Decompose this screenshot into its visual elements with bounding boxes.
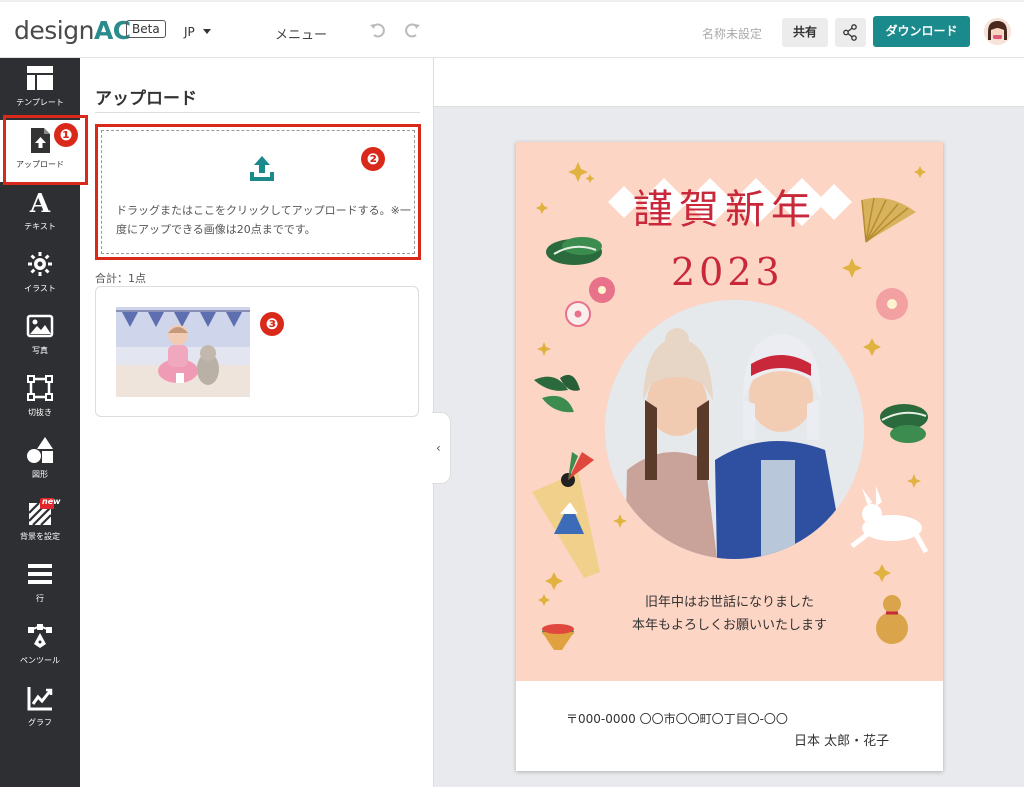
app-window: designAC Beta JP メニュー 名称未設定 共有 ダウンロード テン… <box>0 0 1024 787</box>
logo-text: design <box>14 16 94 45</box>
sidebar-item-label: 背景を設定 <box>20 532 60 541</box>
panel-title: アップロード <box>95 89 197 109</box>
collapse-panel-button[interactable]: ‹ <box>432 412 451 484</box>
upload-icon <box>248 155 276 183</box>
share-nodes-icon <box>843 24 857 41</box>
chevron-left-icon: ‹ <box>436 441 441 455</box>
canvas-area: 謹賀新年 2023 旧年中はお世話になりました 本年もよろしくお願いいたします … <box>433 58 1024 787</box>
greeting-line-1[interactable]: 旧年中はお世話になりました <box>516 591 943 610</box>
design-canvas[interactable]: 謹賀新年 2023 旧年中はお世話になりました 本年もよろしくお願いいたします … <box>516 142 943 771</box>
beta-badge: Beta <box>126 20 166 38</box>
chart-icon <box>26 684 54 712</box>
new-badge: new <box>42 497 61 506</box>
canvas-toolbar <box>434 58 1024 107</box>
sidebar-item-label: テキスト <box>24 222 56 231</box>
card-background: 謹賀新年 2023 旧年中はお世話になりました 本年もよろしくお願いいたします <box>516 142 943 681</box>
sidebar-item-crop[interactable]: 切抜き <box>0 368 80 430</box>
sidebar-item-label: 写真 <box>32 346 48 355</box>
card-names[interactable]: 日本 太郎・花子 <box>794 730 889 749</box>
upload-dropzone[interactable]: ドラッグまたはここをクリックしてアップロードする。※一度にアップできる画像は20… <box>95 124 421 260</box>
share-link-button[interactable] <box>835 18 866 47</box>
undo-icon[interactable] <box>368 20 388 40</box>
sidebar-item-background[interactable]: new 背景を設定 <box>0 492 80 554</box>
greeting-line-2[interactable]: 本年もよろしくお願いいたします <box>516 614 943 633</box>
uploaded-image-thumbnail[interactable] <box>116 307 250 397</box>
sidebar-item-label: 切抜き <box>28 408 52 417</box>
caret-down-icon <box>202 29 211 34</box>
sidebar-item-template[interactable]: テンプレート <box>0 58 80 120</box>
download-button[interactable]: ダウンロード <box>873 16 970 47</box>
template-icon <box>26 64 54 92</box>
language-value: JP <box>184 25 195 39</box>
photo-icon <box>26 312 54 340</box>
step-badge-1: ❶ <box>54 123 78 147</box>
sidebar-item-label: 図形 <box>32 470 48 479</box>
card-address[interactable]: 〒000-0000 〇〇市〇〇町〇丁目〇-〇〇 <box>566 710 788 727</box>
sidebar-item-label: テンプレート <box>16 98 64 107</box>
sidebar-item-text[interactable]: A テキスト <box>0 182 80 244</box>
share-button[interactable]: 共有 <box>782 18 828 47</box>
text-icon: A <box>26 188 54 216</box>
pen-tool-icon <box>26 622 54 650</box>
logo[interactable]: designAC <box>14 16 131 45</box>
sidebar-item-chart[interactable]: グラフ <box>0 678 80 740</box>
shapes-icon <box>26 436 54 464</box>
sidebar-item-lines[interactable]: 行 <box>0 554 80 616</box>
sidebar-item-pen-tool[interactable]: ペンツール <box>0 616 80 678</box>
avatar[interactable] <box>984 18 1011 45</box>
crop-icon <box>26 374 54 402</box>
sidebar-item-illustration[interactable]: イラスト <box>0 244 80 306</box>
dropzone-instructions: ドラッグまたはここをクリックしてアップロードする。※一度にアップできる画像は20… <box>116 204 411 236</box>
svg-text:A: A <box>29 189 51 216</box>
sidebar-item-label: グラフ <box>28 718 52 727</box>
upload-count: 合計：1点 <box>95 272 146 285</box>
step-badge-2: ❷ <box>361 147 385 171</box>
sidebar-item-photo[interactable]: 写真 <box>0 306 80 368</box>
top-bar: designAC Beta JP メニュー 名称未設定 共有 ダウンロード <box>0 0 1024 58</box>
step-badge-3: ❸ <box>260 312 284 336</box>
card-title[interactable]: 謹賀新年 <box>633 177 817 235</box>
illustration-icon <box>26 250 54 278</box>
card-year[interactable]: 2023 <box>671 250 784 294</box>
menu-button[interactable]: メニュー <box>275 24 327 43</box>
language-select[interactable]: JP <box>184 25 211 39</box>
sidebar-item-shapes[interactable]: 図形 <box>0 430 80 492</box>
card-photo[interactable] <box>605 300 864 559</box>
sidebar-item-label: イラスト <box>24 284 56 293</box>
lines-icon <box>26 560 54 588</box>
divider <box>95 112 420 113</box>
uploaded-images-list <box>95 286 419 417</box>
document-name[interactable]: 名称未設定 <box>702 25 762 42</box>
sidebar-item-label: 行 <box>36 594 44 603</box>
redo-icon[interactable] <box>402 20 422 40</box>
highlight-box-upload <box>3 115 88 185</box>
sidebar-item-label: ペンツール <box>20 656 60 665</box>
